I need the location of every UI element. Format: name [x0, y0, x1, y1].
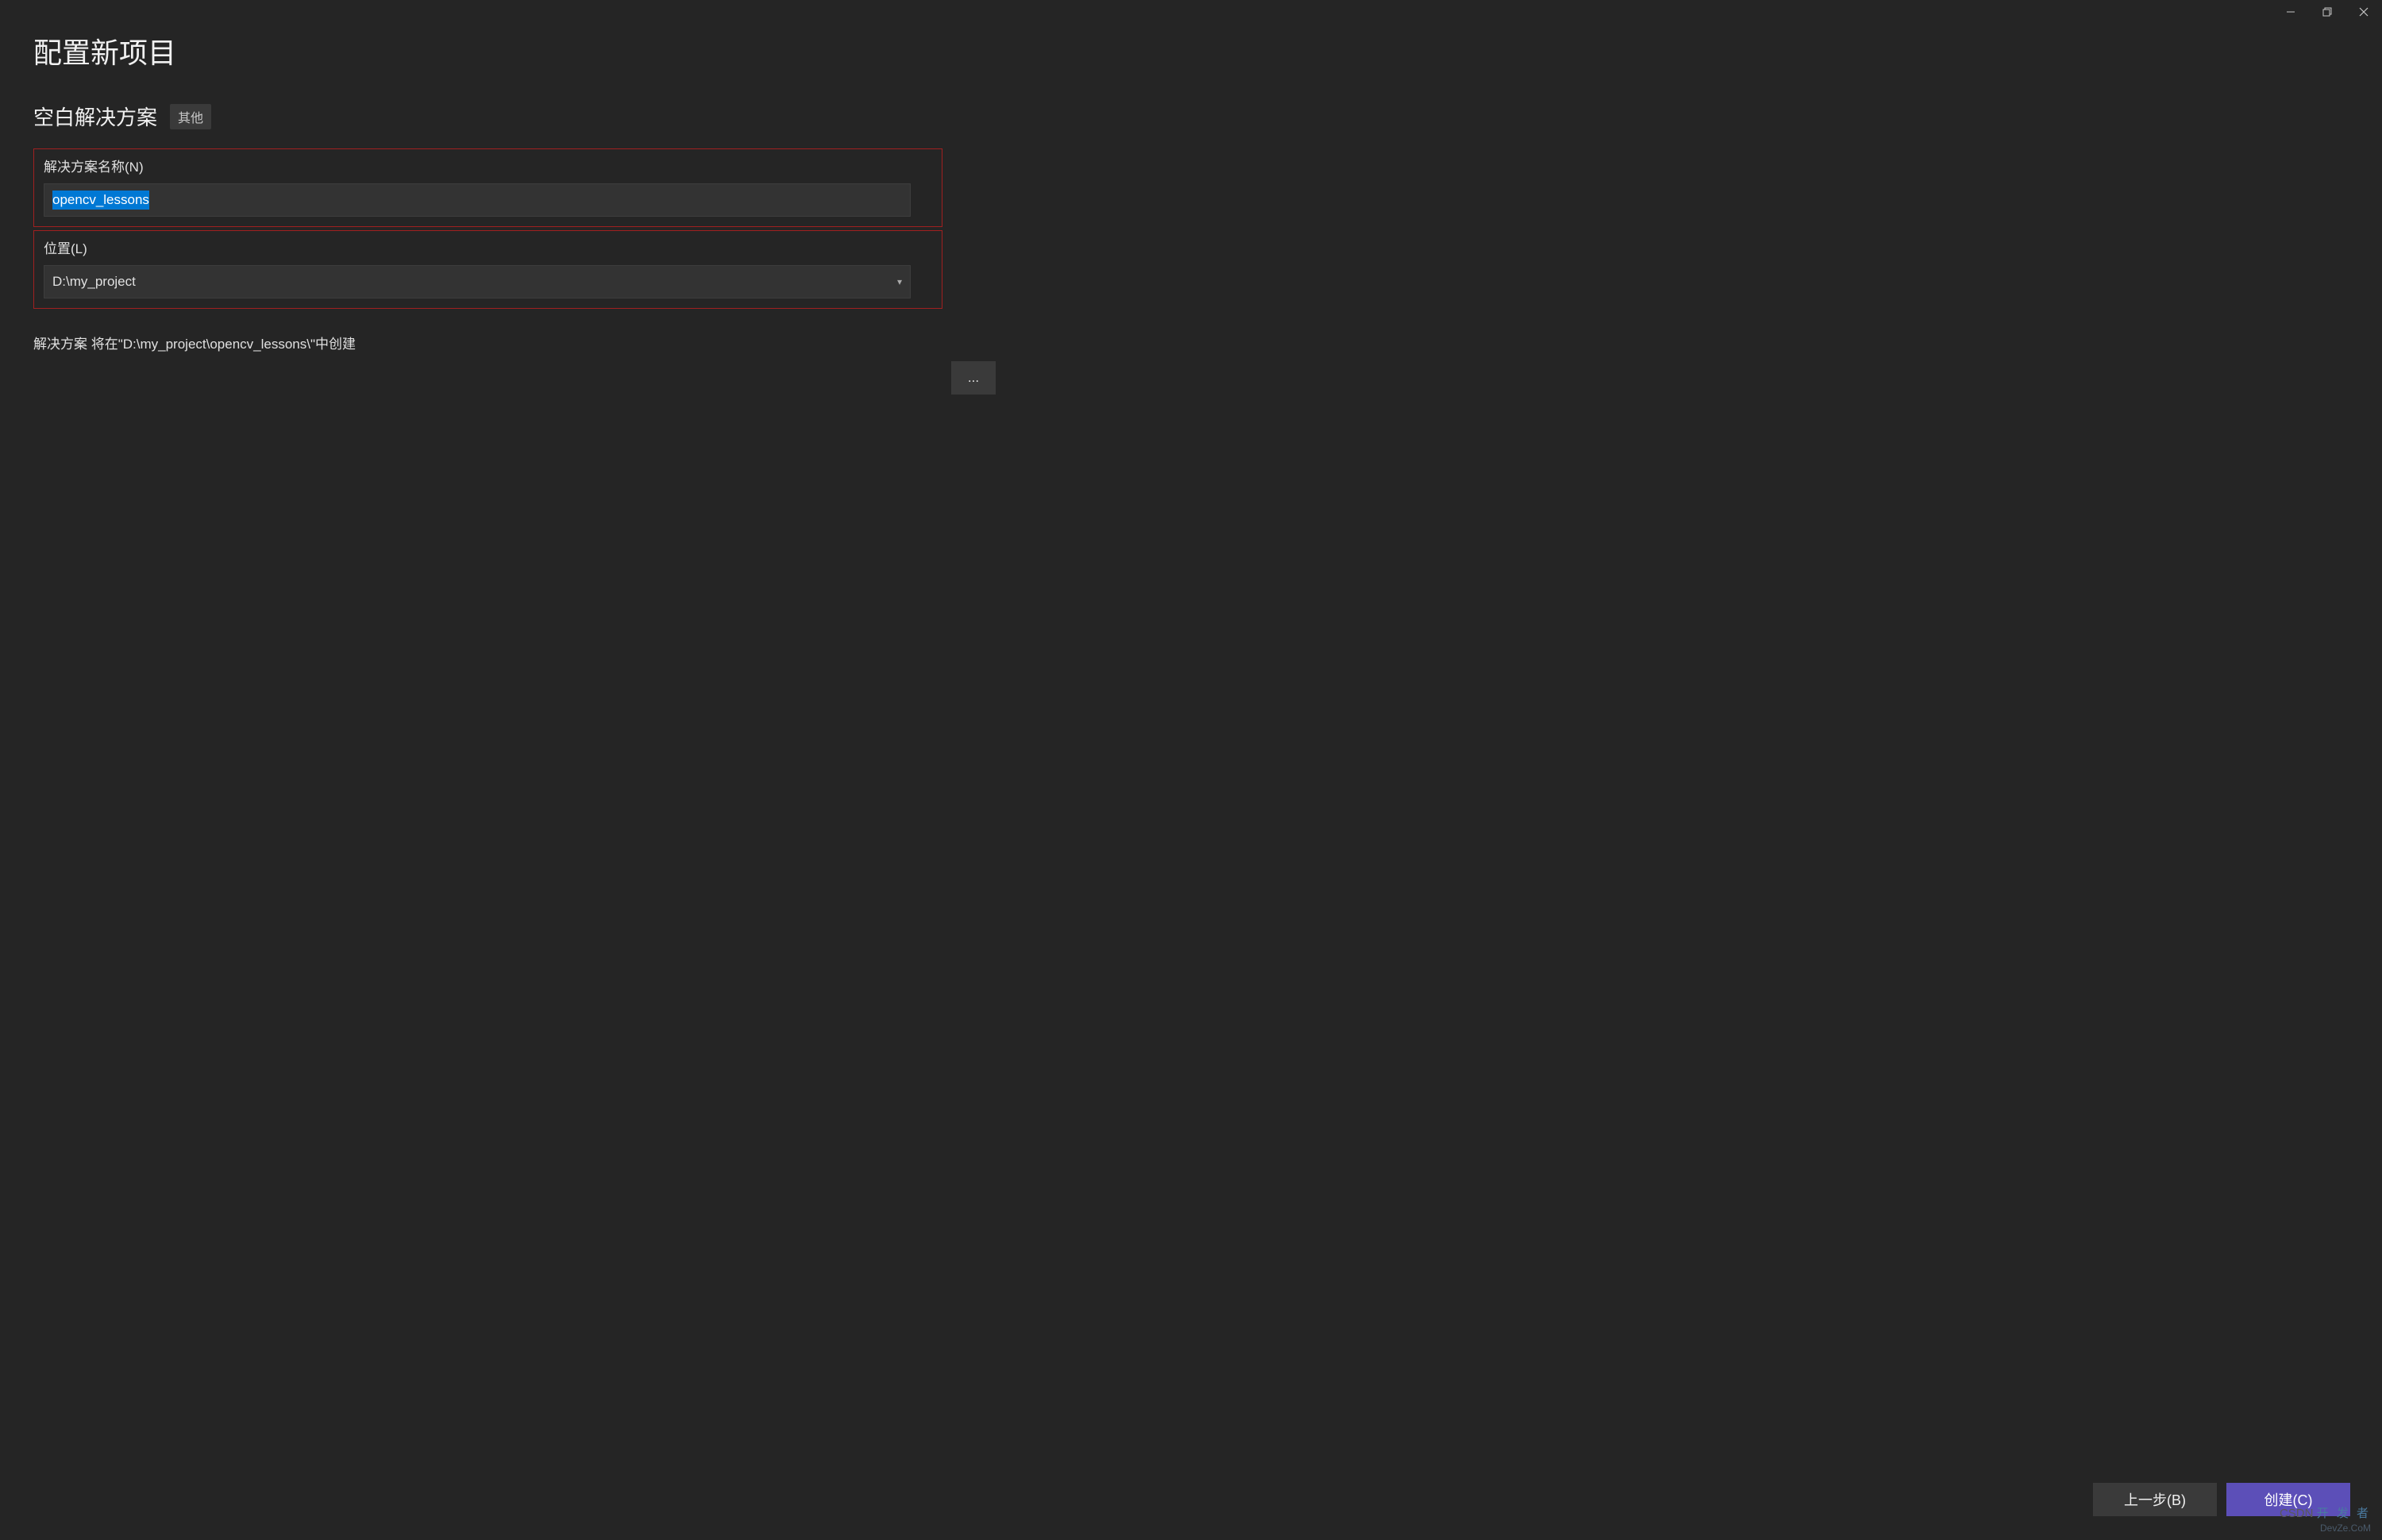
maximize-button[interactable] — [2309, 0, 2345, 24]
restore-icon — [2322, 7, 2332, 17]
create-button[interactable]: 创建(C) — [2226, 1483, 2350, 1516]
template-tag: 其他 — [170, 104, 211, 129]
location-combobox[interactable]: D:\my_project ▾ — [44, 265, 911, 298]
page-title: 配置新项目 — [33, 30, 2350, 71]
chevron-down-icon: ▾ — [897, 276, 902, 287]
footer-actions: 上一步(B) 创建(C) — [2093, 1483, 2350, 1516]
solution-name-label: 解决方案名称(N) — [44, 156, 932, 175]
minimize-button[interactable] — [2272, 0, 2309, 24]
template-name: 空白解决方案 — [33, 102, 157, 131]
minimize-icon — [2286, 7, 2295, 17]
create-path-info: 解决方案 将在"D:\my_project\opencv_lessons\"中创… — [33, 333, 2350, 352]
form-section: 解决方案名称(N) opencv_lessons 位置(L) D:\my_pro… — [33, 148, 942, 309]
content-area: 配置新项目 空白解决方案 其他 解决方案名称(N) opencv_lessons… — [0, 24, 2382, 1540]
close-icon — [2359, 7, 2369, 17]
close-button[interactable] — [2345, 0, 2382, 24]
solution-name-input[interactable]: opencv_lessons — [44, 183, 911, 217]
subtitle-row: 空白解决方案 其他 — [33, 102, 2350, 131]
location-value: D:\my_project — [52, 274, 136, 290]
titlebar — [0, 0, 2382, 24]
window-root: 配置新项目 空白解决方案 其他 解决方案名称(N) opencv_lessons… — [0, 0, 2382, 1540]
browse-button[interactable]: ... — [951, 361, 996, 395]
location-row: D:\my_project ▾ — [44, 265, 932, 298]
location-group: 位置(L) D:\my_project ▾ — [33, 230, 942, 309]
location-label: 位置(L) — [44, 237, 932, 257]
solution-name-group: 解决方案名称(N) opencv_lessons — [33, 148, 942, 227]
back-button[interactable]: 上一步(B) — [2093, 1483, 2217, 1516]
solution-name-value: opencv_lessons — [52, 191, 149, 210]
